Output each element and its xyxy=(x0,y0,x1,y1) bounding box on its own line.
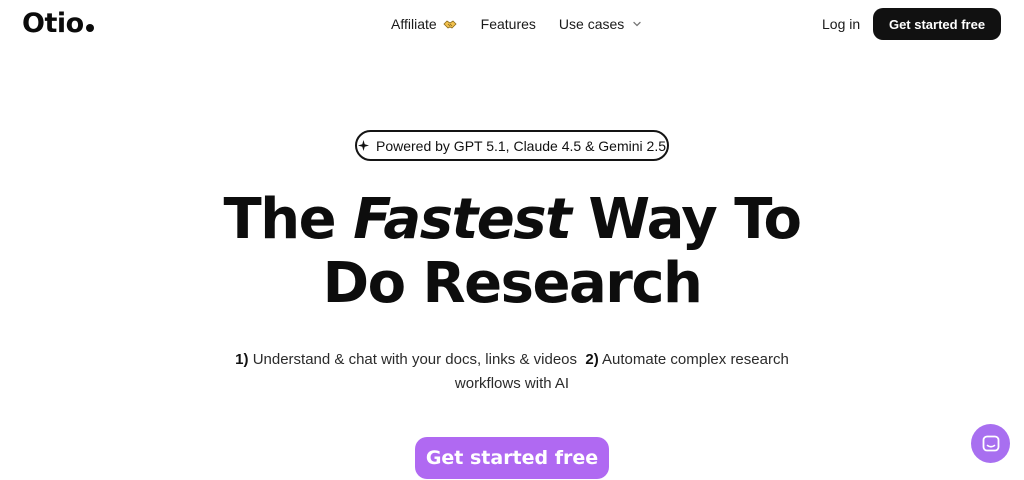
subtext-number-1: 1) xyxy=(235,351,249,368)
subtext-number-2: 2) xyxy=(585,351,599,368)
headline-part2: Way To xyxy=(588,187,802,252)
top-navigation-bar: Otio Affiliate Features Use cases Log in… xyxy=(0,0,1024,48)
hero-subtext: 1) Understand & chat with your docs, lin… xyxy=(212,348,812,396)
otio-logo[interactable]: Otio xyxy=(22,6,94,42)
chat-icon xyxy=(981,434,1001,454)
main-nav: Affiliate Features Use cases xyxy=(391,14,642,34)
nav-item-features[interactable]: Features xyxy=(481,14,536,34)
chat-widget-button[interactable] xyxy=(971,424,1010,463)
handshake-icon xyxy=(442,16,458,32)
sparkle-icon xyxy=(357,140,369,151)
nav-item-use-cases[interactable]: Use cases xyxy=(559,14,642,34)
headline-emphasis: Fastest xyxy=(353,187,572,252)
nav-item-label: Use cases xyxy=(558,16,625,32)
landing-page: Otio Affiliate Features Use cases Log in… xyxy=(0,0,1024,480)
login-link[interactable]: Log in xyxy=(822,14,860,34)
headline-line2: Do Research xyxy=(322,251,703,316)
hero-headline: The Fastest Way To Do Research xyxy=(0,188,1024,316)
logo-dot xyxy=(85,24,94,32)
get-started-button-hero[interactable]: Get started free xyxy=(415,437,609,479)
nav-item-label: Affiliate xyxy=(391,16,437,32)
nav-item-affiliate[interactable]: Affiliate xyxy=(391,14,458,34)
logo-text: Otio xyxy=(22,8,84,39)
headline-part1: The xyxy=(223,187,337,252)
chevron-down-icon xyxy=(632,19,642,29)
powered-by-badge: Powered by GPT 5.1, Claude 4.5 & Gemini … xyxy=(355,130,669,161)
subtext-point-1: Understand & chat with your docs, links … xyxy=(252,351,578,368)
get-started-button-header[interactable]: Get started free xyxy=(873,8,1001,40)
badge-text: Powered by GPT 5.1, Claude 4.5 & Gemini … xyxy=(375,137,666,154)
nav-item-label: Features xyxy=(480,16,536,32)
